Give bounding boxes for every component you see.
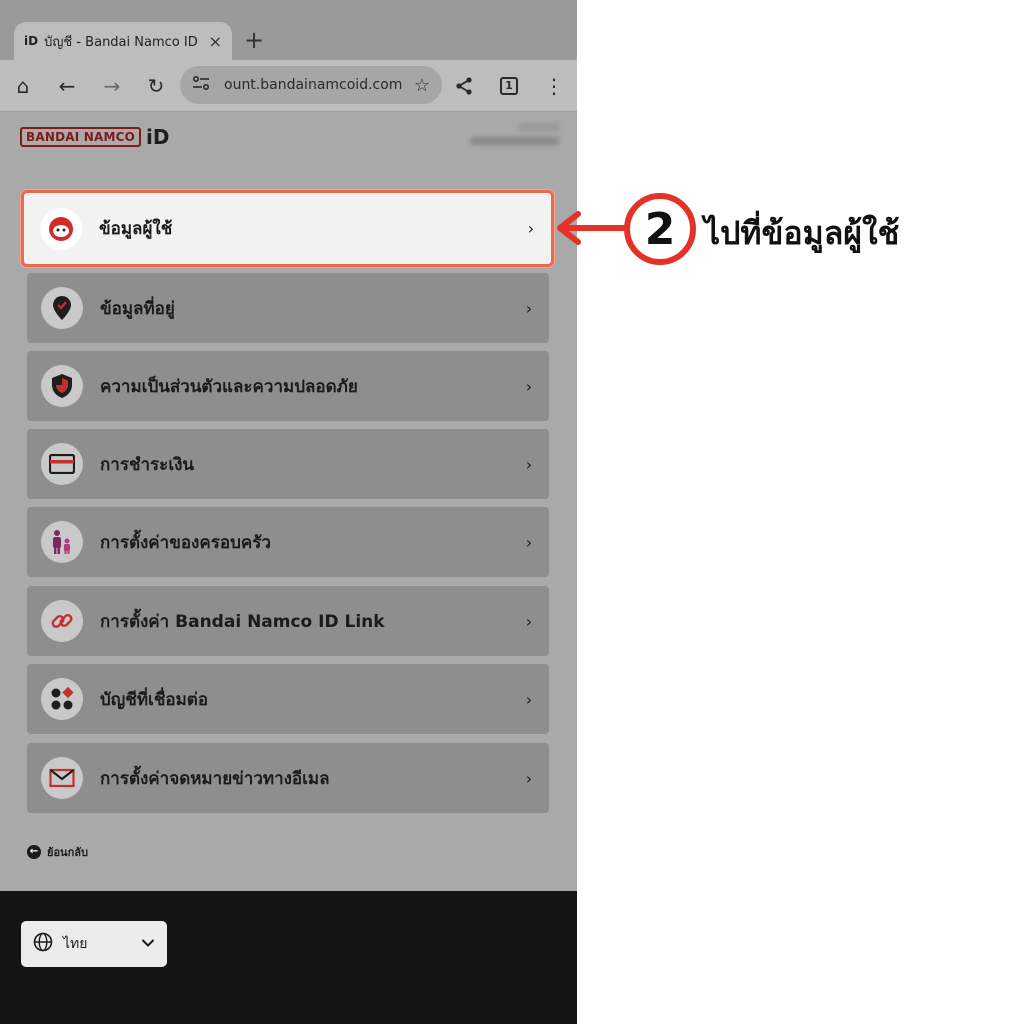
menu-item-family-settings[interactable]: การตั้งค่าของครอบครัว ›	[27, 507, 549, 577]
home-icon[interactable]: ⌂	[9, 72, 37, 100]
tab-count: 1	[500, 77, 518, 95]
chevron-right-icon: ›	[525, 611, 533, 631]
globe-icon	[33, 932, 53, 956]
menu-item-label: การตั้งค่าจดหมายข่าวทางอีเมล	[100, 768, 330, 789]
menu-item-label: การตั้งค่า Bandai Namco ID Link	[100, 611, 385, 632]
share-icon[interactable]	[450, 72, 478, 100]
tab-switcher-button[interactable]: 1	[495, 72, 523, 100]
menu-item-label: ข้อมูลผู้ใช้	[99, 219, 173, 239]
menu-item-connected-accounts[interactable]: บัญชีที่เชื่อมต่อ ›	[27, 664, 549, 734]
phone-screen: iD บัญชี - Bandai Namco ID × + ⌂ ← → ↻ o…	[0, 0, 577, 1024]
new-tab-button[interactable]: +	[242, 26, 266, 54]
credit-card-icon	[41, 443, 83, 485]
chevron-right-icon: ›	[525, 689, 533, 709]
back-link[interactable]: ← ย้อนกลับ	[27, 843, 88, 861]
site-settings-icon[interactable]	[192, 75, 214, 94]
location-pin-icon	[41, 287, 83, 329]
step-badge: 2	[624, 193, 696, 265]
tab-title: บัญชี - Bandai Namco ID	[44, 34, 198, 50]
arrow-left-icon: ←	[27, 845, 41, 859]
bandai-namco-id-logo[interactable]: BANDAI NAMCO iD	[20, 125, 170, 149]
family-icon	[41, 521, 83, 563]
back-icon[interactable]: ←	[53, 72, 81, 100]
menu-item-newsletter[interactable]: การตั้งค่าจดหมายข่าวทางอีเมล ›	[27, 743, 549, 813]
menu-item-label: ความเป็นส่วนตัวและความปลอดภัย	[100, 376, 358, 397]
language-select[interactable]: ไทย	[21, 921, 167, 967]
menu-item-privacy-security[interactable]: ความเป็นส่วนตัวและความปลอดภัย ›	[27, 351, 549, 421]
more-menu-icon[interactable]: ⋮	[540, 72, 568, 100]
menu-item-user-info[interactable]: ข้อมูลผู้ใช้ ›	[21, 190, 554, 267]
logo-brand: BANDAI NAMCO	[20, 127, 142, 147]
language-label: ไทย	[63, 936, 88, 952]
chevron-right-icon: ›	[525, 298, 533, 318]
menu-item-payment[interactable]: การชำระเงิน ›	[27, 429, 549, 499]
browser-tab-bar: iD บัญชี - Bandai Namco ID × +	[0, 0, 577, 60]
logo-id: iD	[146, 125, 170, 149]
favicon-icon: iD	[24, 34, 39, 48]
back-label: ย้อนกลับ	[47, 846, 88, 859]
menu-item-label: การชำระเงิน	[100, 454, 195, 475]
chevron-right-icon: ›	[525, 454, 533, 474]
menu-item-label: ข้อมูลที่อยู่	[100, 298, 175, 319]
url-text: ount.bandainamcoid.com	[224, 77, 403, 93]
chevron-down-icon	[141, 936, 155, 952]
mail-icon	[41, 757, 83, 799]
menu-item-id-link[interactable]: การตั้งค่า Bandai Namco ID Link ›	[27, 586, 549, 656]
browser-tab[interactable]: iD บัญชี - Bandai Namco ID ×	[14, 22, 232, 60]
chevron-right-icon: ›	[525, 376, 533, 396]
shield-icon	[41, 365, 83, 407]
account-id-blurred	[467, 123, 559, 145]
user-face-icon	[40, 207, 82, 250]
pointer-arrow	[557, 211, 628, 245]
reload-icon[interactable]: ↻	[142, 72, 170, 100]
forward-icon[interactable]: →	[98, 72, 126, 100]
menu-item-label: การตั้งค่าของครอบครัว	[100, 532, 271, 553]
chevron-right-icon: ›	[527, 219, 535, 238]
page-footer: ไทย	[0, 891, 577, 1024]
chevron-right-icon: ›	[525, 532, 533, 552]
annotation-text: ไปที่ข้อมูลผู้ใช้	[704, 214, 900, 252]
browser-toolbar: ⌂ ← → ↻ ount.bandainamcoid.com ☆ 1 ⋮	[0, 60, 577, 112]
connected-accounts-icon	[41, 678, 83, 720]
address-bar[interactable]: ount.bandainamcoid.com ☆	[180, 66, 442, 104]
link-icon	[41, 600, 83, 642]
menu-item-label: บัญชีที่เชื่อมต่อ	[100, 689, 209, 710]
account-page: BANDAI NAMCO iD ข้อมูลผู้ใช้ › ข้อมูลที่…	[0, 113, 577, 891]
menu-item-address[interactable]: ข้อมูลที่อยู่ ›	[27, 273, 549, 343]
tab-close-icon[interactable]: ×	[209, 32, 222, 51]
bookmark-star-icon[interactable]: ☆	[414, 75, 430, 96]
chevron-right-icon: ›	[525, 768, 533, 788]
